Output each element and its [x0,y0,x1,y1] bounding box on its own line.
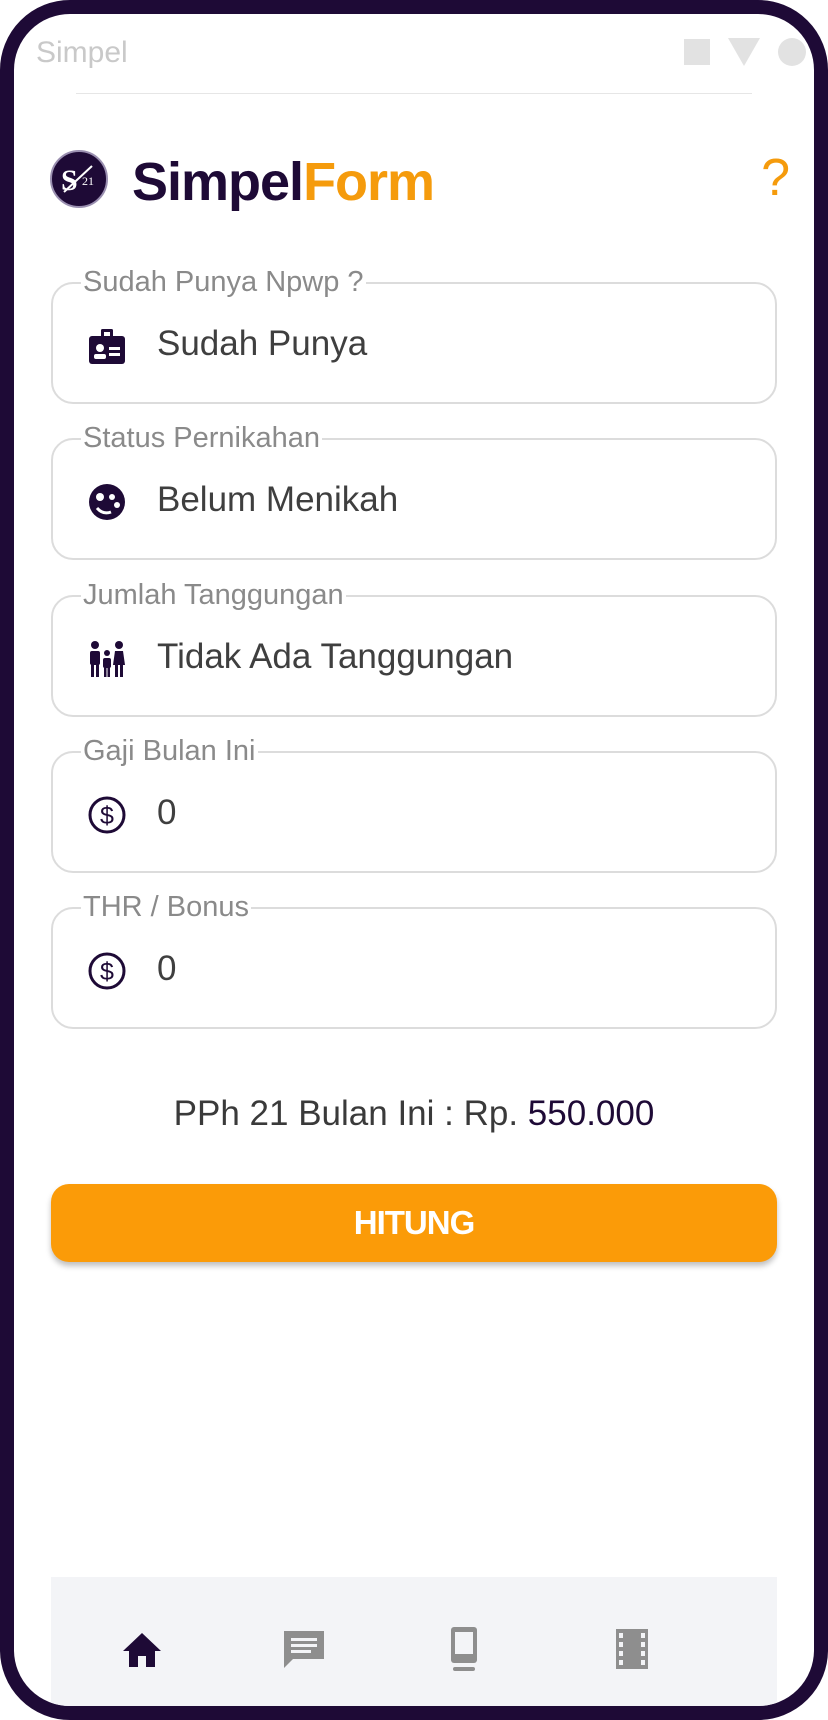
brand-accent: Form [303,152,435,212]
square-icon [684,39,710,65]
dollar-circle-icon: $ [88,796,126,834]
app-title: Simpel [36,36,128,69]
system-icons [684,38,806,66]
film-icon [616,1629,648,1669]
brand-primary: Simpel [132,152,304,212]
triangle-icon [728,38,760,66]
nav-media[interactable] [607,1625,657,1675]
field-label: Sudah Punya Npwp ? [81,266,366,298]
bottom-nav [51,1577,777,1706]
brand-logo: SimpelForm [132,152,435,212]
field-value: Sudah Punya [157,324,368,363]
field-value: 0 [157,949,177,988]
result-amount: 550.000 [527,1094,655,1133]
bonus-input[interactable]: THR / Bonus $ 0 [51,893,777,1029]
status-divider [76,93,752,94]
npwp-select[interactable]: Sudah Punya Npwp ? Sudah Punya [51,268,777,404]
svg-text:21: 21 [82,174,94,188]
salary-input[interactable]: Gaji Bulan Ini $ 0 [51,737,777,873]
marital-face-icon [89,484,125,520]
tax-result: PPh 21 Bulan Ini : Rp. 550.000 [14,1094,814,1134]
field-value: Tidak Ada Tanggungan [157,637,514,676]
nav-messages[interactable] [279,1625,329,1675]
nav-device[interactable] [439,1625,489,1675]
status-bar: Simpel [14,14,814,94]
nav-home[interactable] [117,1625,167,1675]
message-icon [284,1631,324,1668]
field-value: 0 [157,793,177,832]
dollar-circle-icon: $ [88,952,126,990]
question-mark-icon[interactable]: ? [761,152,790,204]
field-value: Belum Menikah [157,480,399,519]
field-label: Status Pernikahan [81,422,322,454]
dependents-select[interactable]: Jumlah Tanggungan Tidak Ada Tanggungan [51,581,777,717]
circle-icon [778,38,806,66]
logo-icon: S 21 [50,150,108,208]
result-label: PPh 21 Bulan Ini : Rp. [173,1094,519,1133]
field-label: THR / Bonus [81,891,251,923]
field-label: Jumlah Tanggungan [81,579,346,611]
home-icon [123,1633,161,1667]
marital-status-select[interactable]: Status Pernikahan Belum Menikah [51,424,777,560]
id-badge-icon [89,329,125,364]
svg-text:$: $ [100,802,114,830]
family-icon [90,641,125,677]
app-header: S 21 SimpelForm ? [50,150,790,222]
hitung-button[interactable]: HITUNG [51,1184,777,1262]
phone-frame: Simpel S 21 SimpelForm ? Sudah Punya Npw… [0,0,828,1720]
field-label: Gaji Bulan Ini [81,735,258,767]
svg-text:$: $ [100,958,114,986]
phone-device-icon [451,1627,477,1671]
